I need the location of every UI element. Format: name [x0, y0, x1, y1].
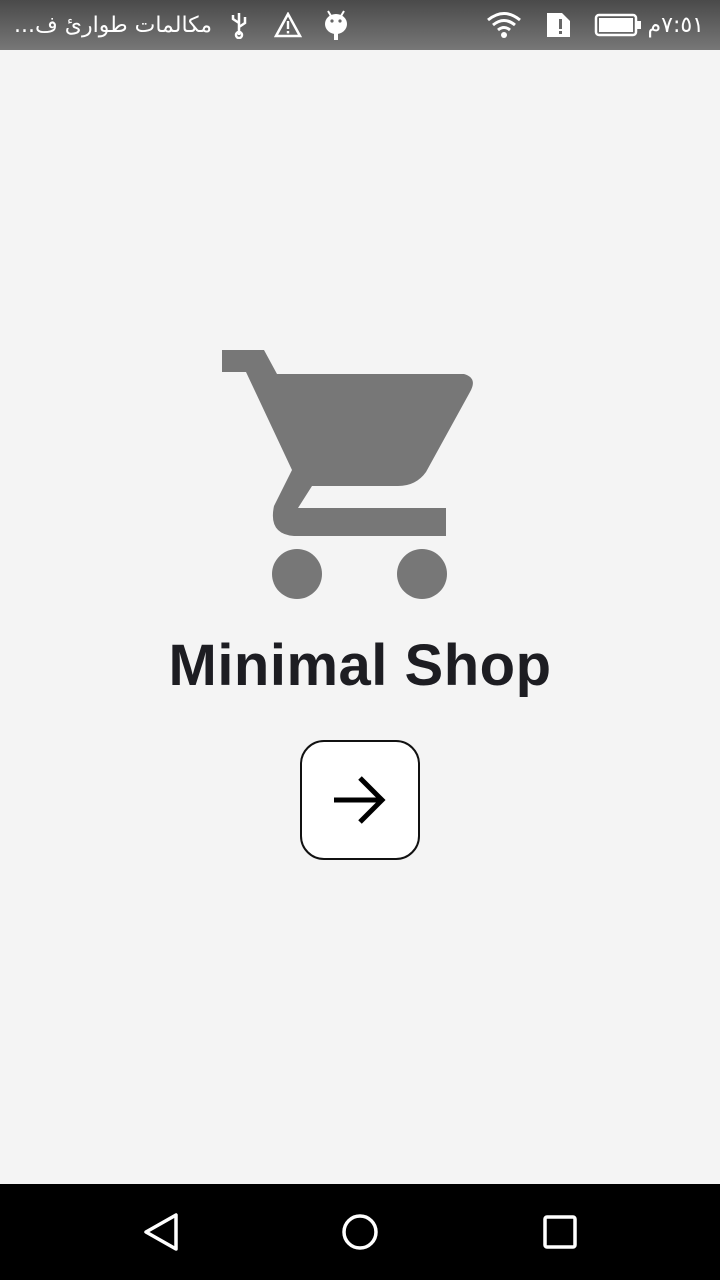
usb-icon	[228, 0, 250, 50]
arrow-right-icon	[334, 776, 386, 824]
recent-apps-button[interactable]	[510, 1184, 610, 1280]
wifi-icon	[486, 0, 522, 50]
status-notification-text: مكالمات طوارئ ف...	[14, 12, 213, 38]
navigation-bar	[0, 1184, 720, 1280]
warning-icon	[274, 0, 302, 50]
shopping-cart-icon	[212, 346, 482, 610]
next-button[interactable]	[300, 740, 420, 860]
status-bar: مكالمات طوارئ ف... ٧:٥١م	[0, 0, 720, 50]
home-icon	[342, 1214, 378, 1250]
home-button[interactable]	[310, 1184, 410, 1280]
main-content: Minimal Shop	[0, 50, 720, 1184]
back-icon	[144, 1213, 178, 1251]
recent-apps-icon	[543, 1215, 577, 1249]
back-button[interactable]	[112, 1184, 212, 1280]
status-time: ٧:٥١م	[647, 12, 705, 38]
android-icon	[322, 0, 350, 50]
app-title: Minimal Shop	[168, 633, 552, 698]
sim-alert-icon	[544, 0, 572, 50]
battery-icon	[594, 0, 642, 50]
